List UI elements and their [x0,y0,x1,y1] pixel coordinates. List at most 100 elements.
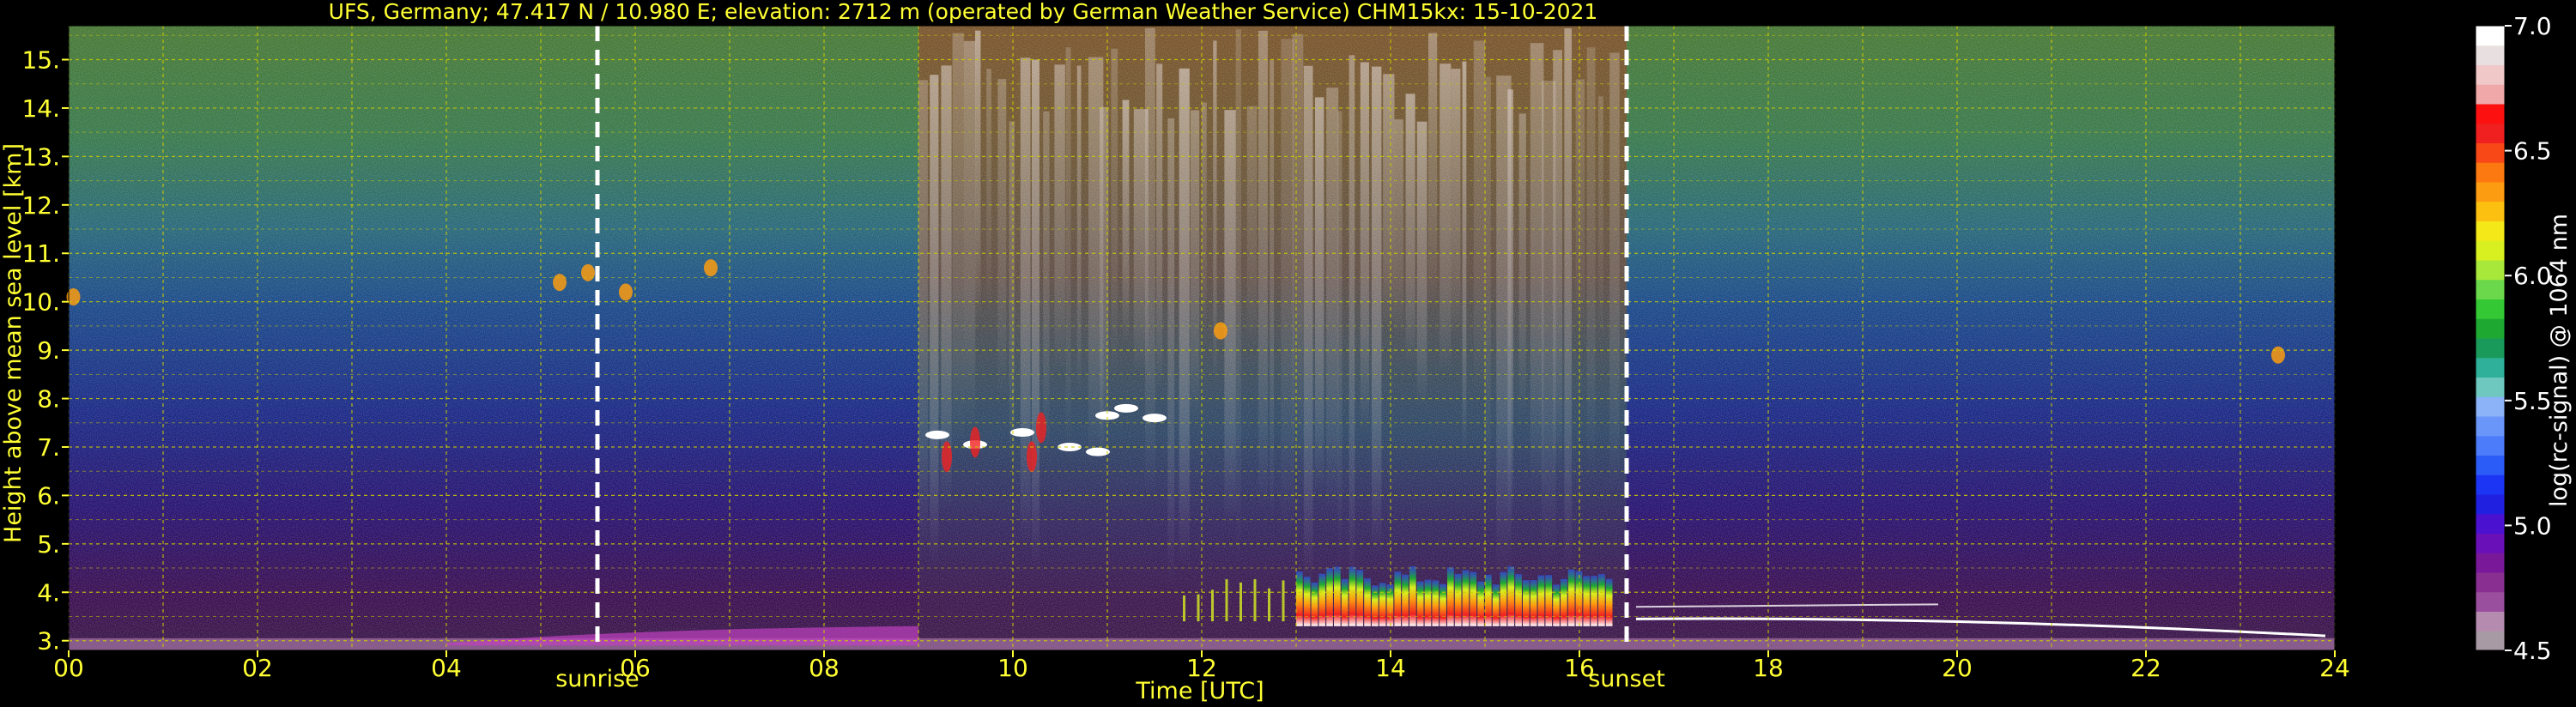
convective-layer [1372,585,1379,626]
colorbar-segment [2476,611,2505,631]
convective-streak [1240,582,1242,622]
convective-layer [1394,571,1402,626]
colorbar-segment [2476,104,2505,124]
convective-layer [1409,566,1416,626]
colorbar-tick-label: 4.5 [2513,637,2552,665]
convective-layer [1318,573,1326,626]
convective-layer [1545,575,1553,626]
cloud [925,430,949,439]
colorbar-segment [2476,182,2505,202]
convective-layer [1326,568,1333,626]
convective-layer [1454,573,1462,626]
colorbar-segment [2476,513,2505,534]
convective-layer [1485,574,1492,626]
plot-area [66,25,2336,651]
convective-layer [1440,583,1446,626]
convective-layer [1364,578,1371,626]
colorbar-segment [2476,455,2505,475]
x-tick-label: 22 [2131,654,2161,682]
convective-layer [1583,576,1591,626]
cirrus [2271,346,2285,364]
y-tick-label: 8. [37,385,60,414]
convective-streak [1225,579,1228,622]
colorbar-segment [2476,201,2505,221]
cirrus [619,283,633,301]
event-label: sunrise [555,666,639,692]
convective-layer [1334,566,1341,626]
colorbar-segment [2476,64,2505,85]
colorbar-segment [2476,533,2505,553]
colorbar-segment [2476,396,2505,417]
x-axis-label: Time [UTC] [1135,678,1264,704]
colorbar-segment [2476,338,2505,359]
y-axis-label: Height above mean sea level [km] [0,143,27,543]
cloud [1010,428,1034,438]
colorbar-segment [2476,123,2505,143]
colorbar-segment [2476,474,2505,495]
convective-layer [1553,584,1560,626]
colorbar-segment [2476,494,2505,515]
colorbar-segment [2476,45,2505,65]
convective-layer [1561,578,1567,626]
colorbar-segment [2476,221,2505,241]
y-axis-ticks: 3. 4. 5. 6. 7. 8. 9. 10. 11. 12. 13. 14. 15. [21,46,69,656]
colorbar-label: log(rc-signal) @ 1064 nm [2546,214,2573,507]
x-tick-label: 08 [809,654,839,682]
event-label: sunset [1588,666,1665,692]
colorbar-ticks: 4.55.05.56.06.57.0 [2505,12,2552,665]
sun-event-labels: sunrise sunset [555,666,1665,692]
chart-title: UFS, Germany; 47.417 N / 10.980 E; eleva… [329,0,1598,24]
cloud-core [1027,441,1037,473]
y-tick-label: 11. [21,239,60,268]
y-tick-label: 5. [37,530,60,559]
x-tick-label: 10 [997,654,1028,682]
x-tick-label: 24 [2319,654,2350,682]
cloud [1114,403,1138,413]
convective-layer [1311,582,1318,626]
colorbar-segment [2476,279,2505,299]
colorbar-tick-label: 7.0 [2513,12,2552,40]
y-tick-label: 15. [21,46,60,75]
convective-layer [1537,575,1545,626]
ceilometer-figure: UFS, Germany; 47.417 N / 10.980 E; eleva… [0,0,2573,704]
x-tick-label: 00 [53,654,84,682]
y-tick-label: 4. [37,578,60,607]
x-tick-label: 18 [1753,654,1784,682]
cirrus [553,274,567,292]
colorbar [2475,25,2506,651]
convective-streak [1183,595,1185,622]
colorbar-segment [2476,240,2505,261]
convective-layer [1477,581,1484,626]
colorbar-segment [2476,416,2505,437]
colorbar-segment [2476,260,2505,281]
convective-layer [1432,580,1440,626]
colorbar-segment [2476,357,2505,378]
convective-layer [1356,570,1364,626]
convective-layer [1492,584,1500,626]
y-tick-label: 14. [21,94,60,123]
colorbar-segment [2476,26,2505,46]
convective-streak [1253,579,1257,622]
convective-layer [1303,577,1311,626]
colorbar-segment [2476,553,2505,573]
x-tick-label: 02 [242,654,273,682]
convective-streak [1282,580,1285,622]
y-tick-label: 13. [21,142,60,171]
cloud [1086,447,1110,456]
colorbar-segment [2476,84,2505,105]
cirrus [1214,322,1227,340]
colorbar-segment [2476,318,2505,339]
colorbar-segment [2476,142,2505,163]
convective-layer [1567,569,1575,626]
convective-layer [1507,566,1515,626]
y-tick-label: 3. [37,627,60,656]
convective-layer [1500,571,1507,626]
cirrus [581,263,595,281]
convective-layer [1296,571,1303,626]
convective-layer [1470,571,1477,626]
convective-layer [1530,580,1537,626]
convective-layer [1424,579,1432,626]
convective-layer [1523,580,1530,626]
y-tick-label: 6. [37,481,60,510]
convective-streak [1197,594,1200,622]
